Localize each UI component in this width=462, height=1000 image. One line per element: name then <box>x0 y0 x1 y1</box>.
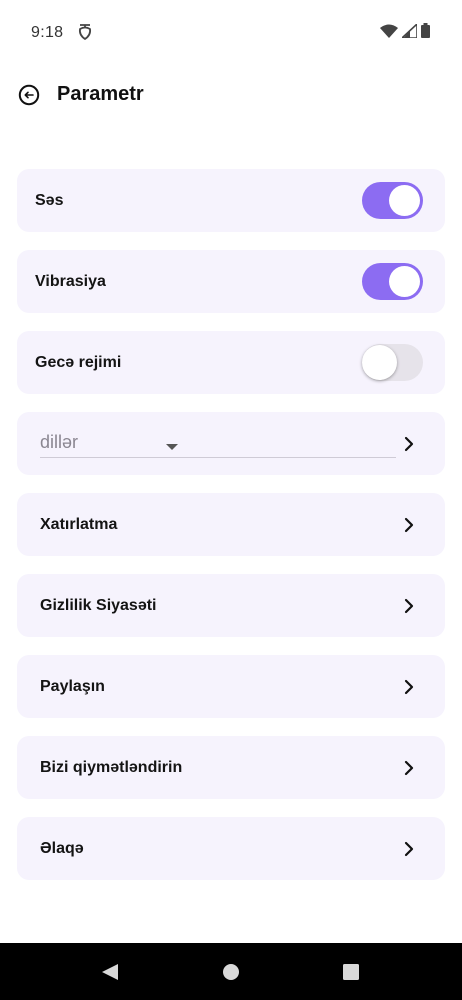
back-arrow-icon[interactable] <box>16 82 42 108</box>
page-title: Parametr <box>57 83 144 105</box>
cellular-signal-icon <box>399 21 418 43</box>
rate-us-row[interactable]: Bizi qiymətləndirin <box>17 736 445 799</box>
settings-list: Səs Vibrasiya Gecə rejimi dillər Xatırla… <box>17 169 445 898</box>
toggle-knob <box>362 345 397 380</box>
language-dropdown[interactable]: dillər <box>40 430 396 458</box>
caret-down-icon <box>166 439 178 450</box>
reminder-label: Xatırlatma <box>40 515 118 533</box>
vibration-label: Vibrasiya <box>35 272 106 290</box>
app-notification-icon <box>77 23 93 41</box>
share-label: Paylaşın <box>40 677 105 695</box>
sound-setting-row[interactable]: Səs <box>17 169 445 232</box>
chevron-right-icon[interactable] <box>403 679 415 695</box>
contact-label: Əlaqə <box>40 839 84 857</box>
status-bar: 9:18 <box>0 0 462 66</box>
wifi-icon <box>380 24 398 43</box>
status-icons <box>380 21 430 43</box>
chevron-right-icon[interactable] <box>403 760 415 776</box>
status-time: 9:18 <box>31 24 64 41</box>
language-dropdown-value: dillər <box>40 432 79 452</box>
battery-icon <box>421 23 430 43</box>
chevron-right-icon[interactable] <box>403 436 415 452</box>
chevron-right-icon[interactable] <box>403 598 415 614</box>
recents-square-icon[interactable] <box>340 961 362 983</box>
toggle-knob <box>389 185 420 216</box>
privacy-policy-row[interactable]: Gizlilik Siyasəti <box>17 574 445 637</box>
night-mode-setting-row[interactable]: Gecə rejimi <box>17 331 445 394</box>
toggle-knob <box>389 266 420 297</box>
home-circle-icon[interactable] <box>220 961 242 983</box>
sound-toggle[interactable] <box>362 182 423 219</box>
night-mode-toggle[interactable] <box>362 344 423 381</box>
chevron-right-icon[interactable] <box>403 841 415 857</box>
system-nav-bar <box>0 943 462 1000</box>
share-row[interactable]: Paylaşın <box>17 655 445 718</box>
night-mode-label: Gecə rejimi <box>35 353 122 371</box>
privacy-policy-label: Gizlilik Siyasəti <box>40 596 157 614</box>
app-header: Parametr <box>0 72 462 118</box>
sound-label: Səs <box>35 191 64 209</box>
rate-us-label: Bizi qiymətləndirin <box>40 758 183 776</box>
chevron-right-icon[interactable] <box>403 517 415 533</box>
vibration-toggle[interactable] <box>362 263 423 300</box>
language-setting-row[interactable]: dillər <box>17 412 445 475</box>
reminder-row[interactable]: Xatırlatma <box>17 493 445 556</box>
back-triangle-icon[interactable] <box>99 961 121 983</box>
vibration-setting-row[interactable]: Vibrasiya <box>17 250 445 313</box>
contact-row[interactable]: Əlaqə <box>17 817 445 880</box>
